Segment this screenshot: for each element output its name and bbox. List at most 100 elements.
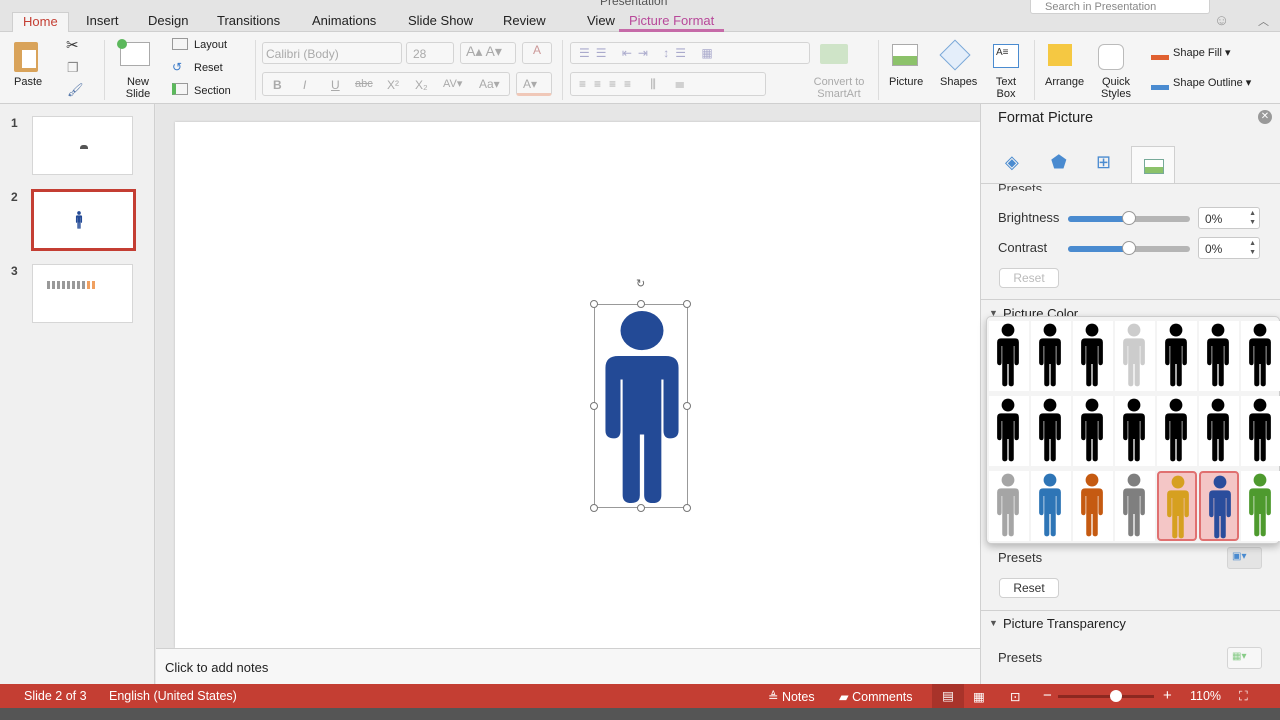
italic-button[interactable]: I xyxy=(303,78,306,92)
resize-handle[interactable] xyxy=(637,504,645,512)
picture-button[interactable]: Picture xyxy=(889,76,923,88)
resize-handle[interactable] xyxy=(683,402,691,410)
tab-insert[interactable]: Insert xyxy=(76,12,129,32)
new-slide-button[interactable]: New Slide xyxy=(122,76,154,100)
resize-handle[interactable] xyxy=(590,300,598,308)
effects-icon[interactable]: ⬟ xyxy=(1051,152,1067,173)
slide-sorter-icon[interactable]: ▦ xyxy=(973,689,985,704)
tab-slide-show[interactable]: Slide Show xyxy=(398,12,483,32)
resize-handle[interactable] xyxy=(683,504,691,512)
tab-review[interactable]: Review xyxy=(493,12,556,32)
new-slide-icon[interactable] xyxy=(117,39,150,66)
color-option[interactable] xyxy=(1157,396,1197,466)
color-option[interactable] xyxy=(1241,321,1280,391)
character-spacing-icon[interactable]: AV▾ xyxy=(443,77,462,90)
bold-button[interactable]: B xyxy=(273,78,282,92)
tab-design[interactable]: Design xyxy=(138,12,198,32)
size-properties-icon[interactable]: ⊞ xyxy=(1096,152,1111,173)
copy-icon[interactable]: ❐ xyxy=(67,60,79,76)
contrast-slider[interactable] xyxy=(1068,241,1190,255)
color-option[interactable] xyxy=(1241,471,1280,541)
tab-picture-format[interactable]: Picture Format xyxy=(619,12,725,32)
resize-handle[interactable] xyxy=(683,300,691,308)
color-option[interactable] xyxy=(989,396,1029,466)
zoom-in-button[interactable]: + xyxy=(1163,687,1172,704)
color-option[interactable] xyxy=(1199,396,1239,466)
font-size-select[interactable]: 28 xyxy=(406,42,454,64)
color-presets-dropdown[interactable]: ▣▾ xyxy=(1227,547,1262,569)
color-option[interactable] xyxy=(1241,396,1280,466)
presenter-view-icon[interactable]: ⊡ xyxy=(1010,689,1020,704)
underline-button[interactable]: U xyxy=(331,78,340,92)
color-option[interactable] xyxy=(1157,321,1197,391)
format-painter-icon[interactable]: 🖌 xyxy=(67,82,84,98)
font-name-select[interactable]: Calibri (Body) xyxy=(262,42,402,64)
contrast-input[interactable]: 0% ▲ ▼ xyxy=(1198,237,1260,259)
clear-format-icon[interactable]: A xyxy=(522,42,552,64)
slide-thumbnail-2[interactable] xyxy=(31,189,136,251)
quick-styles-button[interactable]: Quick Styles xyxy=(1100,76,1132,100)
color-option[interactable] xyxy=(1199,471,1239,541)
slide-thumbnail-1[interactable] xyxy=(32,116,133,175)
selected-picture[interactable]: ↻ xyxy=(590,278,691,512)
color-option[interactable] xyxy=(989,471,1029,541)
paste-button[interactable]: Paste xyxy=(14,76,42,88)
zoom-out-button[interactable]: − xyxy=(1043,687,1052,704)
reset-button[interactable]: Reset xyxy=(194,62,223,74)
tab-transitions[interactable]: Transitions xyxy=(207,12,290,32)
section-button[interactable]: Section xyxy=(194,85,231,97)
color-option[interactable] xyxy=(1115,471,1155,541)
color-option[interactable] xyxy=(1115,321,1155,391)
paragraph-list-group[interactable]: ☰☰ ⇤⇥ ↕☰ ▦ xyxy=(570,42,810,64)
tab-view[interactable]: View xyxy=(577,12,625,32)
shapes-button[interactable]: Shapes xyxy=(940,76,977,88)
picture-color-reset-button[interactable]: Reset xyxy=(999,578,1059,598)
color-option[interactable] xyxy=(1073,471,1113,541)
notes-button[interactable]: ≜ Notes xyxy=(768,689,815,704)
color-option[interactable] xyxy=(1157,471,1197,541)
comments-button[interactable]: ▰ Comments xyxy=(839,689,913,704)
layout-button[interactable]: Layout xyxy=(194,39,227,51)
zoom-level[interactable]: 110% xyxy=(1190,689,1221,703)
resize-handle[interactable] xyxy=(637,300,645,308)
color-option[interactable] xyxy=(989,321,1029,391)
collapse-ribbon-icon[interactable]: ︿ xyxy=(1258,13,1269,29)
fill-line-icon[interactable]: ◈ xyxy=(1005,152,1019,173)
brightness-slider[interactable] xyxy=(1068,211,1190,225)
picture-tab[interactable] xyxy=(1131,146,1175,184)
font-color-button[interactable]: A▾ xyxy=(516,72,552,96)
tab-home[interactable]: Home xyxy=(12,12,69,32)
picture-transparency-section[interactable]: Picture Transparency xyxy=(981,616,1280,631)
transparency-presets-dropdown[interactable]: ▦▾ xyxy=(1227,647,1262,669)
arrange-button[interactable]: Arrange xyxy=(1045,76,1084,88)
color-option[interactable] xyxy=(1031,396,1071,466)
notes-area[interactable]: Click to add notes xyxy=(156,648,980,684)
resize-handle[interactable] xyxy=(590,402,598,410)
paste-icon[interactable] xyxy=(14,42,38,72)
paragraph-align-group[interactable]: ≡≡≡≡ ⫼ ☰ xyxy=(570,72,766,96)
color-option[interactable] xyxy=(1031,471,1071,541)
strikethrough-button[interactable]: abc xyxy=(355,78,373,90)
change-case-icon[interactable]: Aa▾ xyxy=(479,77,500,91)
fit-to-window-icon[interactable]: ⛶ xyxy=(1239,689,1248,704)
subscript-button[interactable]: X₂ xyxy=(415,78,428,92)
slide-thumbnail-3[interactable] xyxy=(32,264,133,323)
resize-handle[interactable] xyxy=(590,504,598,512)
corrections-reset-button[interactable]: Reset xyxy=(999,268,1059,288)
color-option[interactable] xyxy=(1031,321,1071,391)
smiley-feedback-icon[interactable]: ☺ xyxy=(1214,12,1229,29)
normal-view-icon[interactable]: ▤ xyxy=(932,684,964,708)
superscript-button[interactable]: X² xyxy=(387,78,399,92)
font-size-grow-shrink[interactable]: A▴ A▾ xyxy=(460,42,516,64)
color-option[interactable] xyxy=(1073,396,1113,466)
search-input[interactable]: Search in Presentation xyxy=(1030,0,1210,14)
close-icon[interactable]: ✕ xyxy=(1258,110,1272,124)
language-indicator[interactable]: English (United States) xyxy=(109,689,237,703)
slide-canvas[interactable]: ↻ xyxy=(175,122,980,648)
shape-outline-button[interactable]: Shape Outline ▾ xyxy=(1173,77,1251,89)
cut-icon[interactable]: ✂ xyxy=(66,36,79,54)
zoom-slider[interactable] xyxy=(1058,690,1154,702)
rotate-handle-icon[interactable]: ↻ xyxy=(636,277,645,290)
tab-animations[interactable]: Animations xyxy=(302,12,386,32)
color-option[interactable] xyxy=(1073,321,1113,391)
